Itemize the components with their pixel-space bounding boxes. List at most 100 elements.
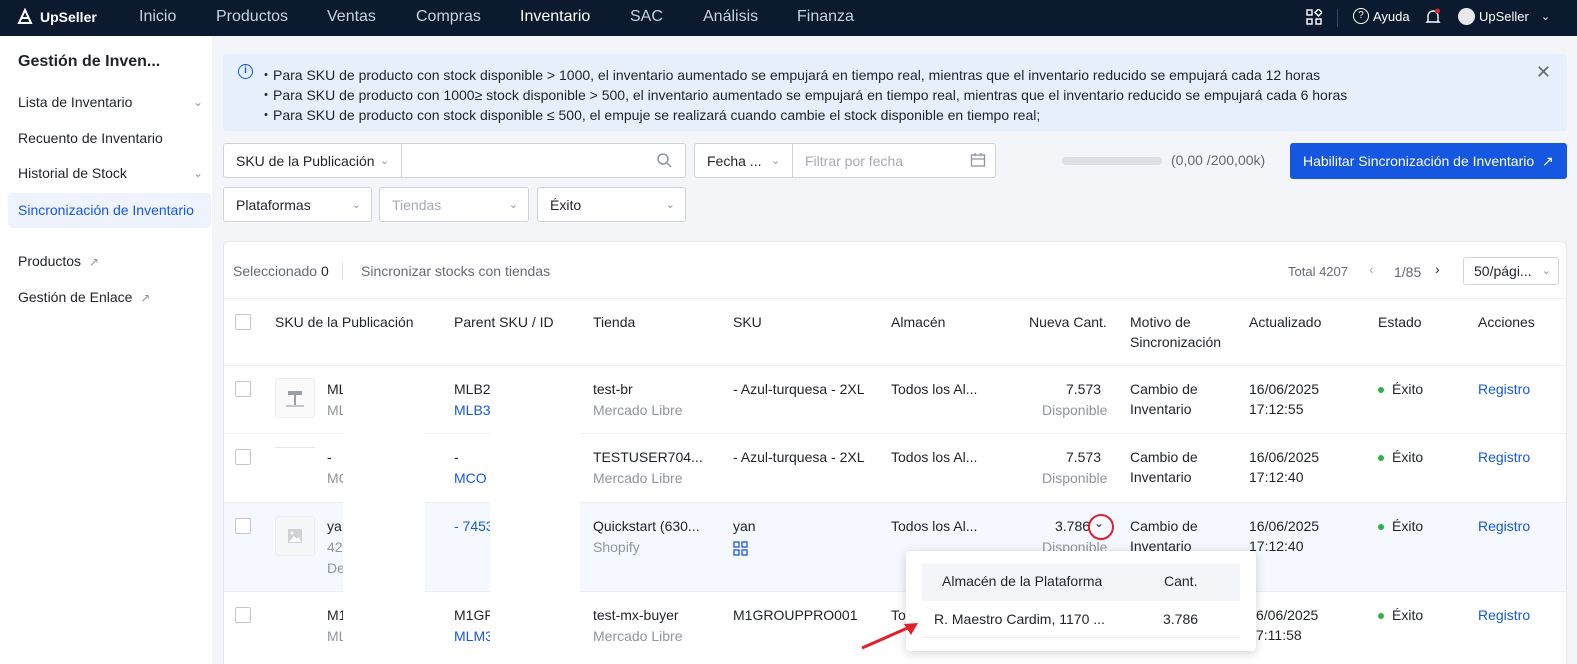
sync-stocks-button[interactable]: Sincronizar stocks con tiendas	[361, 263, 550, 279]
nav-finanza[interactable]: Finanza	[797, 8, 854, 26]
stores-select[interactable]: Tiendas ⌄	[379, 187, 529, 222]
nav-productos[interactable]: Productos	[216, 8, 288, 26]
col-sku[interactable]: SKU	[733, 312, 762, 332]
field-divider	[792, 144, 793, 177]
col-estado[interactable]: Estado	[1378, 312, 1422, 332]
sku-search-input[interactable]	[402, 144, 652, 177]
enable-sync-label: Habilitar Sincronización de Inventario	[1303, 153, 1535, 169]
enable-sync-button[interactable]: Habilitar Sincronización de Inventario ↗	[1290, 143, 1567, 179]
nav-inventario[interactable]: Inventario	[520, 8, 590, 26]
sidebar-item-lista-inventario[interactable]: Lista de Inventario ⌄	[8, 85, 211, 120]
col-tienda[interactable]: Tienda	[593, 312, 635, 332]
product-thumbnail[interactable]	[275, 447, 315, 448]
row-divider	[224, 433, 1566, 434]
col-motivo-1[interactable]: Motivo de	[1130, 312, 1191, 332]
sidebar-item-gestion-enlace[interactable]: Gestión de Enlace ↗	[8, 280, 211, 315]
sidebar-item-recuento[interactable]: Recuento de Inventario	[8, 121, 211, 156]
row-checkbox[interactable]	[235, 449, 251, 465]
updated-date: 16/06/2025	[1249, 449, 1320, 465]
date-range-input[interactable]: Filtrar por fecha	[805, 153, 903, 169]
parent-sku: -	[454, 449, 459, 465]
select-all-checkbox[interactable]	[235, 314, 251, 330]
nav-sac[interactable]: SAC	[630, 8, 663, 26]
nav-compras[interactable]: Compras	[416, 8, 481, 26]
close-icon[interactable]: ✕	[1536, 62, 1551, 83]
next-page-icon[interactable]: ›	[1435, 261, 1440, 277]
notice-line-2: ・Para SKU de producto con 1000≥ stock di…	[259, 87, 1348, 103]
parent-id-link[interactable]: MLB3	[454, 400, 491, 420]
updated-time: 17:12:40	[1249, 469, 1304, 485]
platforms-select[interactable]: Plataformas ⌄	[223, 187, 372, 222]
calendar-icon[interactable]	[970, 152, 986, 171]
page-size-select[interactable]: 50/pági... ⌄	[1463, 257, 1559, 285]
notice-line-3: ・Para SKU de producto con stock disponib…	[259, 107, 1041, 123]
prev-page-icon[interactable]: ‹	[1369, 261, 1374, 277]
brand-logo[interactable]: UpSeller	[16, 8, 97, 26]
reason-line-1: Cambio de	[1130, 381, 1198, 397]
nav-ventas[interactable]: Ventas	[327, 8, 376, 26]
row-checkbox[interactable]	[235, 518, 251, 534]
registro-link[interactable]: Registro	[1478, 605, 1530, 625]
header-top-border	[224, 298, 1566, 299]
col-nueva-cant[interactable]: Nueva Cant.	[1029, 312, 1107, 332]
col-motivo-2[interactable]: Sincronización	[1130, 332, 1221, 352]
sidebar-item-sincronizacion[interactable]: Sincronización de Inventario	[8, 193, 211, 228]
total-count: Total 4207	[1288, 264, 1348, 279]
sidebar-item-label: Historial de Stock	[18, 165, 127, 181]
apps-grid-icon[interactable]	[1306, 9, 1322, 25]
nav-analisis[interactable]: Análisis	[703, 8, 758, 26]
sku-value: - Azul-turquesa - 2XL	[733, 449, 865, 465]
warehouse-value: Todos los Al...	[891, 449, 978, 465]
warehouse-value: Todos los Al...	[891, 518, 978, 534]
sidebar-item-productos[interactable]: Productos ↗	[8, 244, 211, 279]
parent-id-link[interactable]: MLM3	[454, 626, 493, 646]
parent-id-link[interactable]: MCO	[454, 468, 487, 488]
status-badge: Éxito	[1378, 447, 1423, 467]
store-name: Quickstart (630...	[593, 518, 700, 534]
platform-name: Shopify	[593, 539, 640, 555]
help-button[interactable]: ? Ayuda	[1353, 8, 1410, 24]
popover-qty-value: 3.786	[1163, 611, 1199, 627]
platforms-select-label: Plataformas	[236, 197, 311, 213]
success-dot-icon	[1378, 524, 1384, 531]
image-placeholder-icon[interactable]	[275, 516, 315, 556]
sku-pub-id: 42	[327, 539, 343, 555]
account-avatar-icon	[1458, 8, 1475, 25]
sidebar-item-historial[interactable]: Historial de Stock ⌄	[8, 156, 211, 191]
col-sku-publicacion[interactable]: SKU de la Publicación	[275, 312, 414, 332]
status-badge: Éxito	[1378, 605, 1423, 625]
notifications-bell-icon[interactable]	[1425, 8, 1441, 26]
date-type-select[interactable]: Fecha ...	[707, 153, 761, 169]
search-icon[interactable]	[656, 152, 672, 171]
new-qty-value: 7.573	[1066, 449, 1102, 465]
selected-count: Seleccionado 0	[233, 263, 329, 279]
highlight-circle	[1088, 514, 1114, 540]
col-almacen[interactable]: Almacén	[891, 312, 945, 332]
registro-link[interactable]: Registro	[1478, 447, 1530, 467]
sku-type-select[interactable]: SKU de la Publicación	[236, 153, 375, 169]
row-checkbox[interactable]	[235, 607, 251, 623]
sidebar-item-label: Lista de Inventario	[18, 94, 133, 110]
upseller-logo-icon	[17, 8, 33, 24]
col-actualizado[interactable]: Actualizado	[1249, 312, 1321, 332]
updated-time: 17:12:55	[1249, 401, 1304, 417]
nav-inicio[interactable]: Inicio	[139, 8, 176, 26]
combo-sku-icon[interactable]	[733, 541, 748, 559]
account-menu[interactable]: UpSeller ⌄	[1458, 8, 1550, 25]
popover-divider	[922, 637, 1240, 638]
sync-quota-label: (0,00 /200,00k)	[1171, 152, 1266, 168]
sku-value: M1GROUPPRO001	[733, 607, 858, 623]
parent-id-link[interactable]: - 7453	[454, 516, 494, 536]
registro-link[interactable]: Registro	[1478, 379, 1530, 399]
store-name: test-mx-buyer	[593, 607, 679, 623]
sidebar-item-label: Productos	[18, 253, 82, 269]
status-select[interactable]: Éxito ⌄	[537, 187, 686, 222]
chevron-down-icon: ⌄	[508, 199, 518, 211]
row-checkbox[interactable]	[235, 381, 251, 397]
chevron-down-icon: ⌄	[665, 199, 675, 211]
registro-link[interactable]: Registro	[1478, 516, 1530, 536]
col-parent-sku[interactable]: Parent SKU / ID	[454, 312, 554, 332]
chevron-down-icon: ⌄	[192, 166, 203, 180]
product-thumbnail[interactable]	[275, 378, 315, 418]
info-notice: i ・Para SKU de producto con stock dispon…	[223, 54, 1567, 131]
